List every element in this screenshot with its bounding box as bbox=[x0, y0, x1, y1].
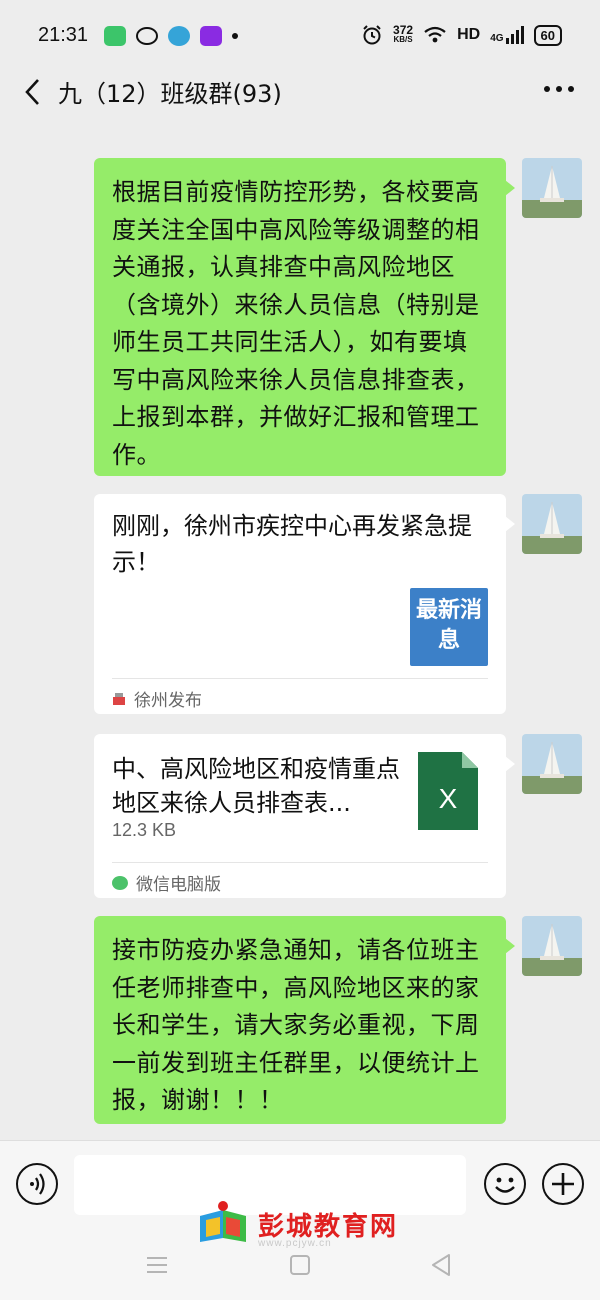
mobile-icon bbox=[168, 26, 190, 46]
card-divider bbox=[112, 678, 488, 679]
network-speed-unit: KB/S bbox=[393, 35, 413, 44]
network-speed: 372 KB/S bbox=[393, 23, 414, 44]
watermark-sub: www.pcjyw.cn bbox=[258, 1238, 332, 1249]
wechat-pc-icon bbox=[112, 875, 128, 890]
wifi-icon bbox=[424, 26, 446, 43]
chevron-left-icon[interactable] bbox=[22, 76, 44, 108]
status-indicators: 372 KB/S HD 4G 60 bbox=[361, 24, 562, 46]
wechat-green-icon bbox=[104, 26, 126, 46]
hd-indicator: HD bbox=[457, 26, 481, 43]
status-time: 21:31 bbox=[38, 24, 89, 46]
article-title: 刚刚，徐州市疾控中心再发紧急提示！ bbox=[112, 512, 472, 576]
weibo-icon bbox=[136, 27, 158, 45]
avatar[interactable] bbox=[522, 734, 582, 794]
chat-header: 九（12）班级群(93) bbox=[0, 70, 600, 114]
emoji-icon[interactable] bbox=[484, 1163, 526, 1205]
back-nav-icon[interactable] bbox=[430, 1253, 452, 1277]
file-size: 12.3 KB bbox=[112, 820, 177, 840]
more-dots-icon[interactable] bbox=[544, 86, 574, 92]
article-source: 徐州发布 bbox=[112, 686, 202, 711]
battery-level: 60 bbox=[533, 24, 562, 46]
avatar[interactable] bbox=[522, 494, 582, 554]
file-source-name: 微信电脑版 bbox=[136, 875, 221, 895]
menu-icon[interactable] bbox=[146, 1256, 168, 1274]
notification-icons bbox=[104, 26, 238, 46]
more-notifications-dot bbox=[232, 33, 238, 39]
avatar[interactable] bbox=[522, 916, 582, 976]
article-source-name: 徐州发布 bbox=[134, 691, 202, 711]
file-source: 微信电脑版 bbox=[112, 870, 221, 895]
chat-title: 九（12）班级群(93) bbox=[58, 80, 282, 108]
network-speed-value: 372 bbox=[393, 23, 414, 37]
home-icon[interactable] bbox=[289, 1254, 311, 1276]
file-name: 中、高风险地区和疫情重点地区来徐人员排查表... bbox=[112, 755, 400, 817]
alarm-icon bbox=[363, 25, 381, 45]
message-bubble[interactable]: 根据目前疫情防控形势，各校要高度关注全国中高风险等级调整的相关通报，认真排查中高… bbox=[94, 158, 515, 476]
network-type: 4G bbox=[490, 33, 504, 44]
message-bubble[interactable]: 接市防疫办紧急通知，请各位班主任老师排查中，高风险地区来的家长和学生，请大家务必… bbox=[94, 916, 515, 1124]
status-bar: 21:31 372 KB/S HD 4G 60 bbox=[0, 0, 600, 70]
article-card[interactable]: 刚刚，徐州市疾控中心再发紧急提示！ 最新消息 徐州发布 bbox=[94, 494, 515, 714]
watermark-text: 彭城教育网 bbox=[258, 1211, 399, 1242]
avatar[interactable] bbox=[522, 158, 582, 218]
watermark-logo-icon bbox=[200, 1201, 246, 1242]
voice-icon[interactable] bbox=[16, 1163, 58, 1205]
plus-icon[interactable] bbox=[542, 1163, 584, 1205]
video-icon bbox=[200, 26, 222, 46]
card-divider bbox=[112, 862, 488, 863]
file-card[interactable]: 中、高风险地区和疫情重点地区来徐人员排查表... 12.3 KB X 微信电脑版 bbox=[94, 734, 515, 898]
article-thumbnail: 最新消息 bbox=[410, 588, 488, 666]
excel-file-icon: X bbox=[418, 752, 478, 830]
cell-signal-icon: 4G bbox=[490, 26, 524, 44]
official-account-icon bbox=[112, 692, 126, 706]
excel-file-icon-label: X bbox=[439, 783, 458, 814]
